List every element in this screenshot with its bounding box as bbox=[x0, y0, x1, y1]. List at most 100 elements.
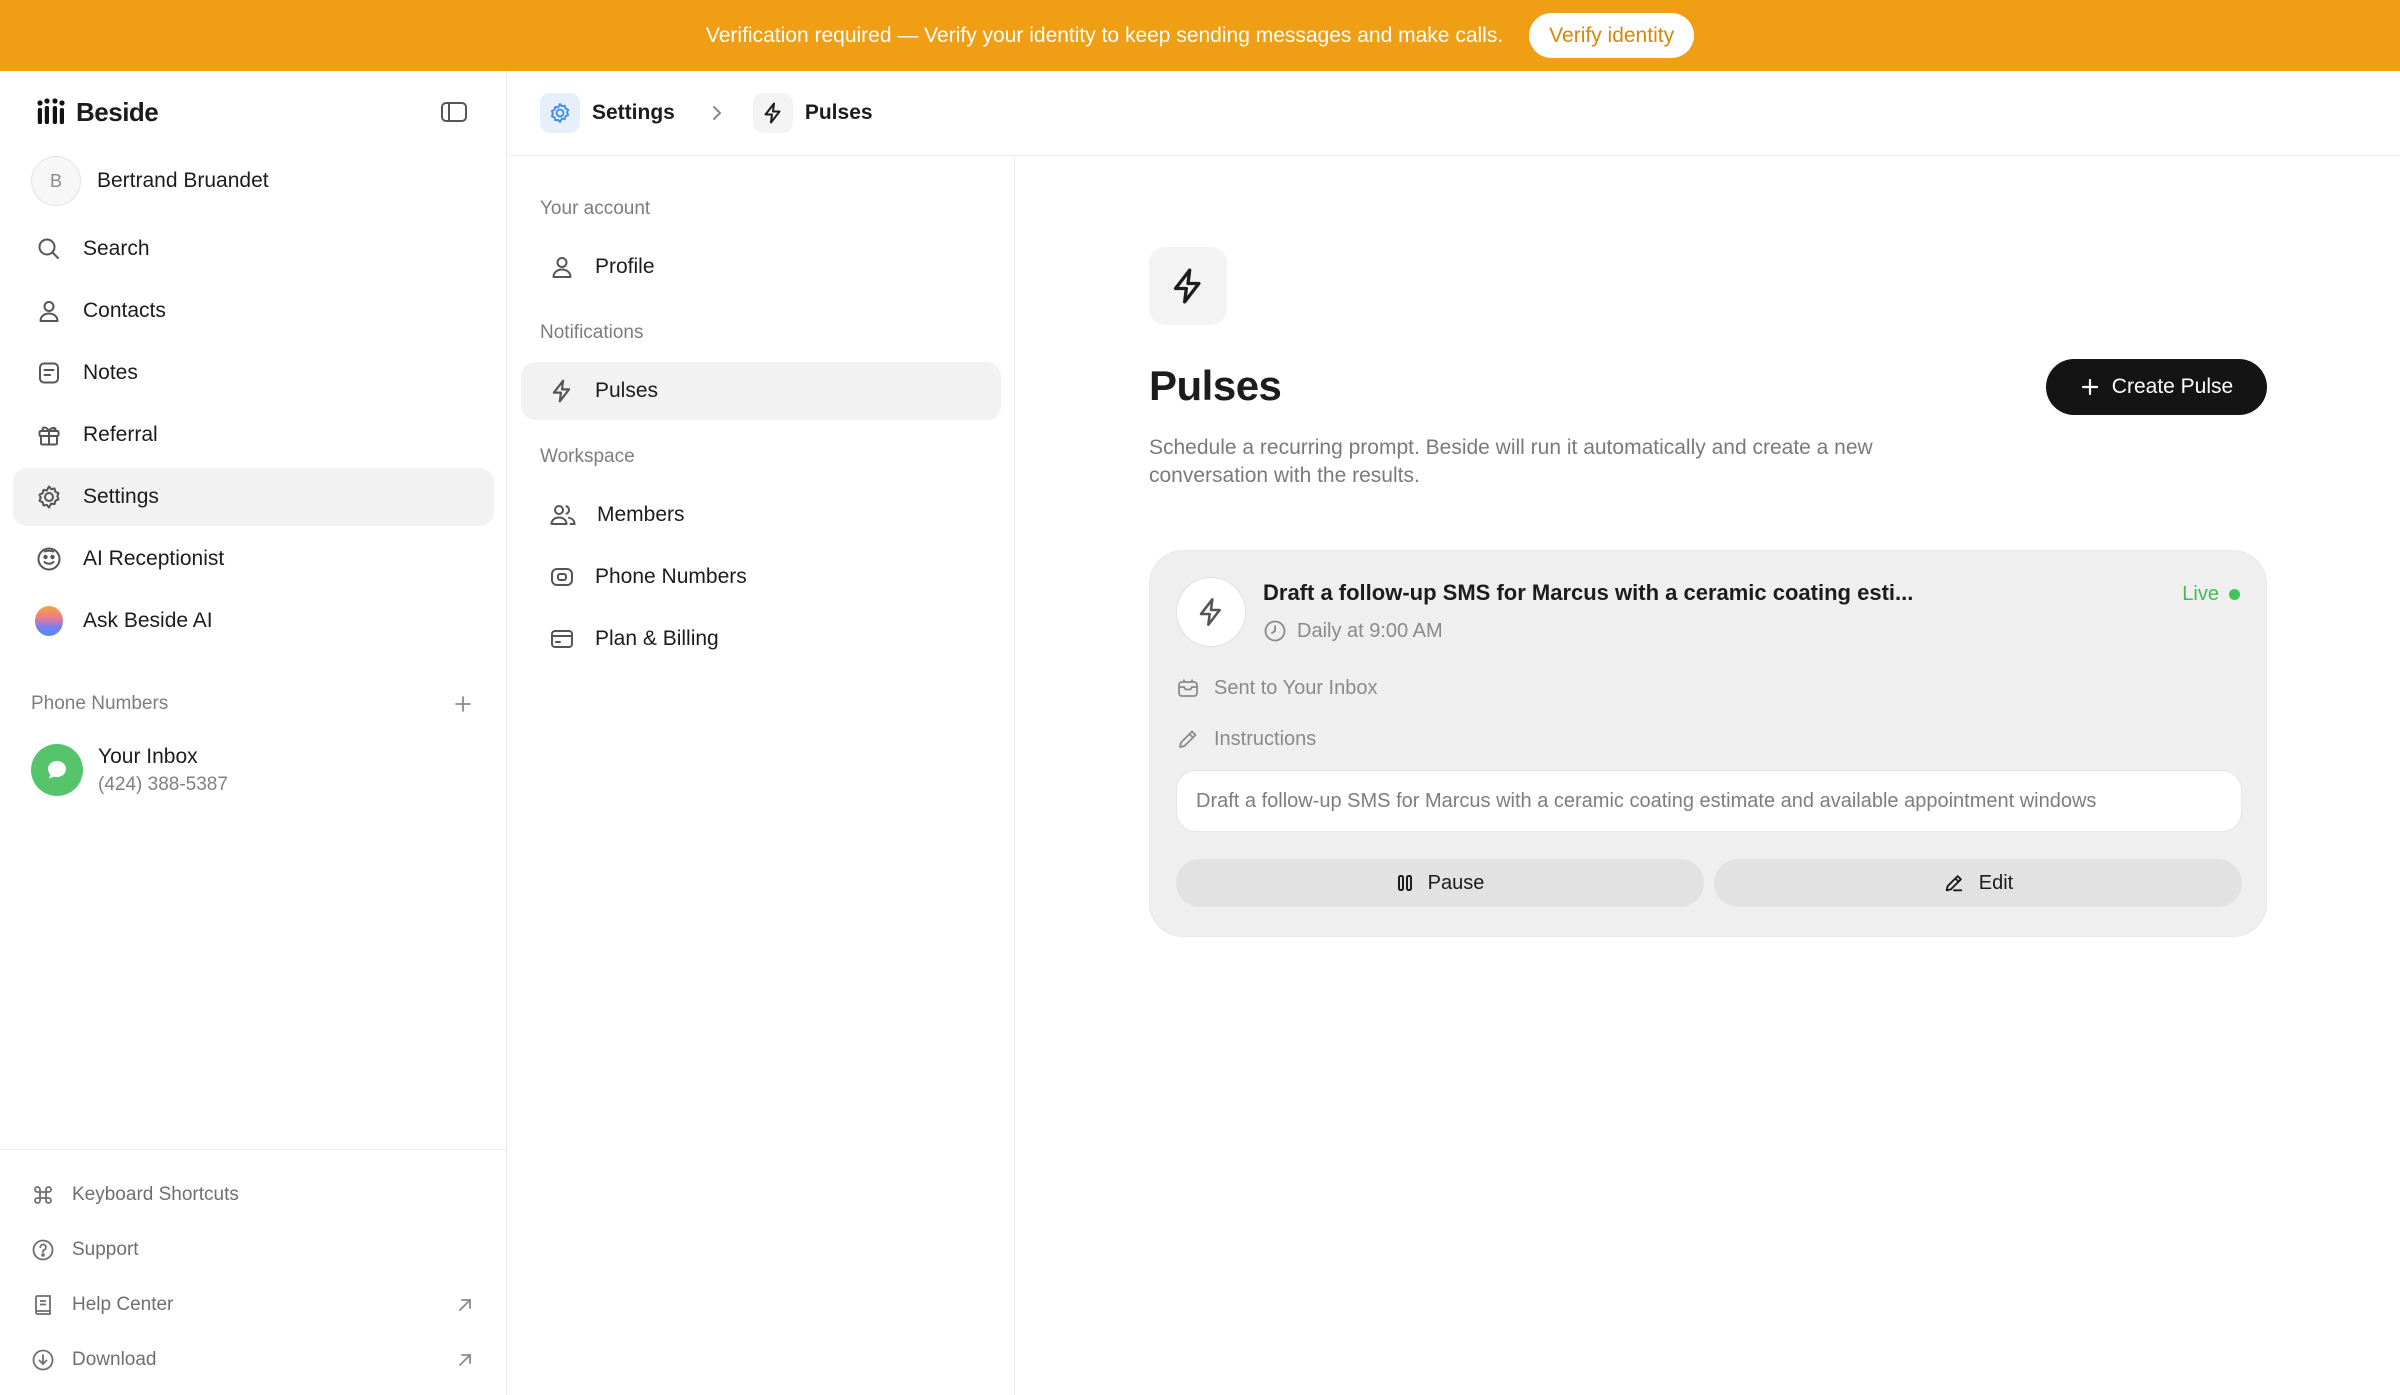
sidebar-item-ask-beside-ai[interactable]: Ask Beside AI bbox=[13, 592, 494, 650]
sidebar-item-label: Referral bbox=[83, 423, 158, 446]
sidebar-item-label: Settings bbox=[83, 485, 159, 508]
sidebar-item-label: Contacts bbox=[83, 299, 166, 322]
pause-icon bbox=[1397, 875, 1412, 891]
pulse-title: Draft a follow-up SMS for Marcus with a … bbox=[1263, 580, 1914, 605]
user-profile[interactable]: B Bertrand Bruandet bbox=[31, 155, 269, 207]
user-name: Bertrand Bruandet bbox=[97, 169, 269, 192]
note-icon bbox=[35, 359, 63, 387]
gear-icon bbox=[540, 93, 580, 133]
card-icon bbox=[549, 626, 575, 652]
chevron-right-icon bbox=[705, 101, 729, 125]
sidebar-item-label: Search bbox=[83, 237, 150, 260]
settings-item-label: Plan & Billing bbox=[595, 627, 719, 650]
page-description: Schedule a recurring prompt. Beside will… bbox=[1149, 436, 1873, 487]
edit-button[interactable]: Edit bbox=[1714, 859, 2242, 907]
settings-item-phone-numbers[interactable]: Phone Numbers bbox=[521, 548, 1001, 606]
settings-item-label: Pulses bbox=[595, 379, 659, 402]
sidebar-item-ai-receptionist[interactable]: AI Receptionist bbox=[13, 530, 494, 588]
receptionist-icon bbox=[35, 545, 63, 573]
lightning-icon bbox=[1149, 247, 1227, 325]
sidebar-item-label: AI Receptionist bbox=[83, 547, 225, 570]
avatar: B bbox=[31, 156, 81, 206]
help-circle-icon bbox=[31, 1238, 55, 1262]
lightning-icon bbox=[549, 378, 575, 404]
banner-text: Verification required — Verify your iden… bbox=[705, 23, 1504, 47]
create-pulse-button[interactable]: Create Pulse bbox=[2046, 359, 2267, 415]
settings-item-label: Members bbox=[597, 503, 685, 526]
pulses-page: Pulses Schedule a recurring prompt. Besi… bbox=[1016, 156, 2400, 1395]
person-icon bbox=[35, 297, 63, 325]
breadcrumb: Settings Pulses bbox=[508, 71, 2400, 156]
section-workspace: Workspace bbox=[540, 446, 635, 467]
brand[interactable]: Beside bbox=[36, 95, 159, 129]
external-link-icon bbox=[454, 1349, 476, 1371]
help-center-link[interactable]: Help Center bbox=[31, 1288, 476, 1322]
gift-icon bbox=[35, 421, 63, 449]
verification-banner: Verification required — Verify your iden… bbox=[0, 0, 2400, 71]
sidebar-item-label: Notes bbox=[83, 361, 138, 384]
pulse-schedule: Daily at 9:00 AM bbox=[1263, 619, 1443, 643]
search-icon bbox=[35, 235, 63, 263]
gear-icon bbox=[35, 483, 63, 511]
sidebar-item-label: Ask Beside AI bbox=[83, 609, 213, 632]
settings-item-label: Profile bbox=[595, 255, 655, 278]
status-dot bbox=[2229, 589, 2240, 600]
chat-bubble-icon bbox=[31, 744, 83, 796]
external-link-icon bbox=[454, 1294, 476, 1316]
status-badge: Live bbox=[2182, 583, 2240, 606]
beside-logo-icon bbox=[36, 98, 66, 126]
sidebar-item-settings[interactable]: Settings bbox=[13, 468, 494, 526]
inbox-name: Your Inbox bbox=[98, 744, 198, 768]
inbox-item[interactable]: Your Inbox (424) 388-5387 bbox=[31, 744, 228, 796]
breadcrumb-pulses: Pulses bbox=[804, 101, 873, 124]
settings-item-profile[interactable]: Profile bbox=[521, 238, 1001, 296]
download-link[interactable]: Download bbox=[31, 1343, 476, 1377]
footer-item-label: Support bbox=[72, 1239, 139, 1260]
pulse-card[interactable]: Draft a follow-up SMS for Marcus with a … bbox=[1149, 550, 2267, 937]
footer-item-label: Download bbox=[72, 1349, 157, 1370]
settings-item-plan-billing[interactable]: Plan & Billing bbox=[521, 610, 1001, 668]
keyboard-shortcuts-link[interactable]: Keyboard Shortcuts bbox=[31, 1178, 476, 1212]
command-icon bbox=[31, 1183, 55, 1207]
instructions-heading: Instructions bbox=[1176, 727, 1316, 751]
phone-numbers-label: Phone Numbers bbox=[31, 693, 169, 714]
sidebar-item-contacts[interactable]: Contacts bbox=[13, 282, 494, 340]
inbox-number: (424) 388-5387 bbox=[98, 773, 228, 795]
instructions-field[interactable]: Draft a follow-up SMS for Marcus with a … bbox=[1176, 770, 2242, 832]
person-icon bbox=[549, 254, 575, 280]
sidebar-nav: Search Contacts Notes Referral Settings bbox=[13, 220, 494, 654]
sidebar-toggle-icon[interactable] bbox=[439, 97, 469, 127]
plus-icon bbox=[2081, 378, 2098, 396]
add-phone-number-icon[interactable] bbox=[450, 691, 476, 717]
edit-label: Edit bbox=[1978, 871, 2014, 894]
instructions-label: Instructions bbox=[1214, 727, 1317, 750]
footer-item-label: Keyboard Shortcuts bbox=[72, 1184, 239, 1205]
section-your-account: Your account bbox=[540, 198, 651, 219]
clock-icon bbox=[1264, 620, 1286, 642]
pencil-icon bbox=[1945, 875, 1963, 892]
section-notifications: Notifications bbox=[540, 322, 644, 343]
settings-item-members[interactable]: Members bbox=[521, 486, 1001, 544]
sidebar-item-search[interactable]: Search bbox=[13, 220, 494, 278]
inbox-tray-icon bbox=[1178, 679, 1198, 697]
lightning-icon bbox=[752, 93, 793, 133]
pause-button[interactable]: Pause bbox=[1176, 859, 1704, 907]
settings-item-label: Phone Numbers bbox=[595, 565, 747, 588]
pause-label: Pause bbox=[1427, 871, 1485, 894]
settings-item-pulses[interactable]: Pulses bbox=[521, 362, 1001, 420]
verify-identity-button[interactable]: Verify identity bbox=[1529, 13, 1695, 58]
settings-nav: Your account Profile Notifications Pulse… bbox=[508, 156, 1015, 1395]
users-icon bbox=[549, 502, 577, 528]
sidebar-item-notes[interactable]: Notes bbox=[13, 344, 494, 402]
sidebar-item-referral[interactable]: Referral bbox=[13, 406, 494, 464]
support-link[interactable]: Support bbox=[31, 1233, 476, 1267]
pulse-schedule-text: Daily at 9:00 AM bbox=[1297, 619, 1443, 642]
phone-box-icon bbox=[549, 564, 575, 590]
download-icon bbox=[31, 1348, 55, 1372]
brand-name: Beside bbox=[76, 96, 159, 127]
page-title: Pulses bbox=[1149, 362, 1282, 409]
breadcrumb-settings[interactable]: Settings bbox=[592, 101, 675, 125]
lightning-icon bbox=[1176, 577, 1246, 647]
ai-orb-icon bbox=[35, 606, 63, 636]
status-text: Live bbox=[2182, 583, 2219, 605]
